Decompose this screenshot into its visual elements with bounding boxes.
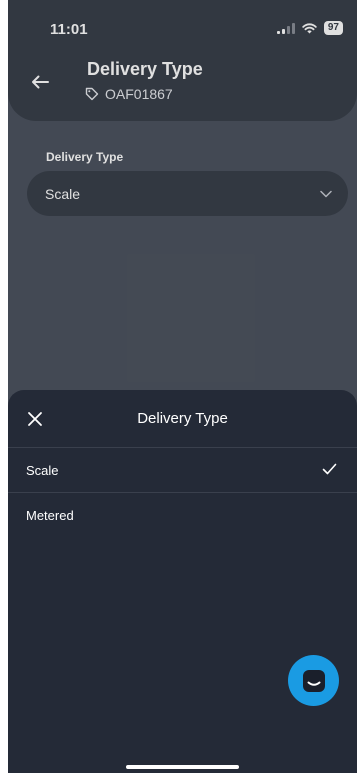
battery-indicator: 97: [323, 21, 343, 35]
chevron-down-icon: [320, 190, 332, 197]
delivery-type-select[interactable]: Scale: [27, 171, 348, 216]
home-indicator: [126, 765, 239, 769]
order-id: OAF01867: [85, 86, 173, 102]
wifi-icon: [302, 22, 317, 33]
signal-icon: [276, 22, 295, 34]
delivery-type-label: Delivery Type: [46, 150, 124, 164]
option-label: Metered: [26, 508, 74, 523]
device-frame: 11:01 97 Delivery Type OAF01867 Delivery…: [0, 0, 359, 773]
tag-icon: [85, 87, 99, 101]
back-button[interactable]: [28, 70, 52, 94]
delivery-type-value: Scale: [45, 185, 81, 202]
chat-icon: [302, 669, 325, 692]
sheet-title: Delivery Type: [137, 410, 228, 427]
status-time: 11:01: [50, 21, 88, 38]
page-title: Delivery Type: [87, 59, 203, 79]
chat-button[interactable]: [288, 655, 339, 706]
sheet-header: Delivery Type: [8, 390, 357, 448]
arrow-left-icon: [32, 75, 49, 89]
option-scale[interactable]: Scale: [8, 448, 357, 493]
option-metered[interactable]: Metered: [8, 493, 357, 538]
bottom-sheet: Delivery Type Scale Metered: [8, 390, 357, 773]
checkmark-icon: [322, 463, 337, 475]
option-label: Scale: [26, 462, 59, 478]
status-indicators: 97: [276, 21, 343, 35]
app-header: 11:01 97 Delivery Type OAF01867: [8, 0, 357, 121]
app-screen: 11:01 97 Delivery Type OAF01867 Delivery…: [8, 0, 357, 773]
order-id-text: OAF01867: [105, 86, 173, 102]
